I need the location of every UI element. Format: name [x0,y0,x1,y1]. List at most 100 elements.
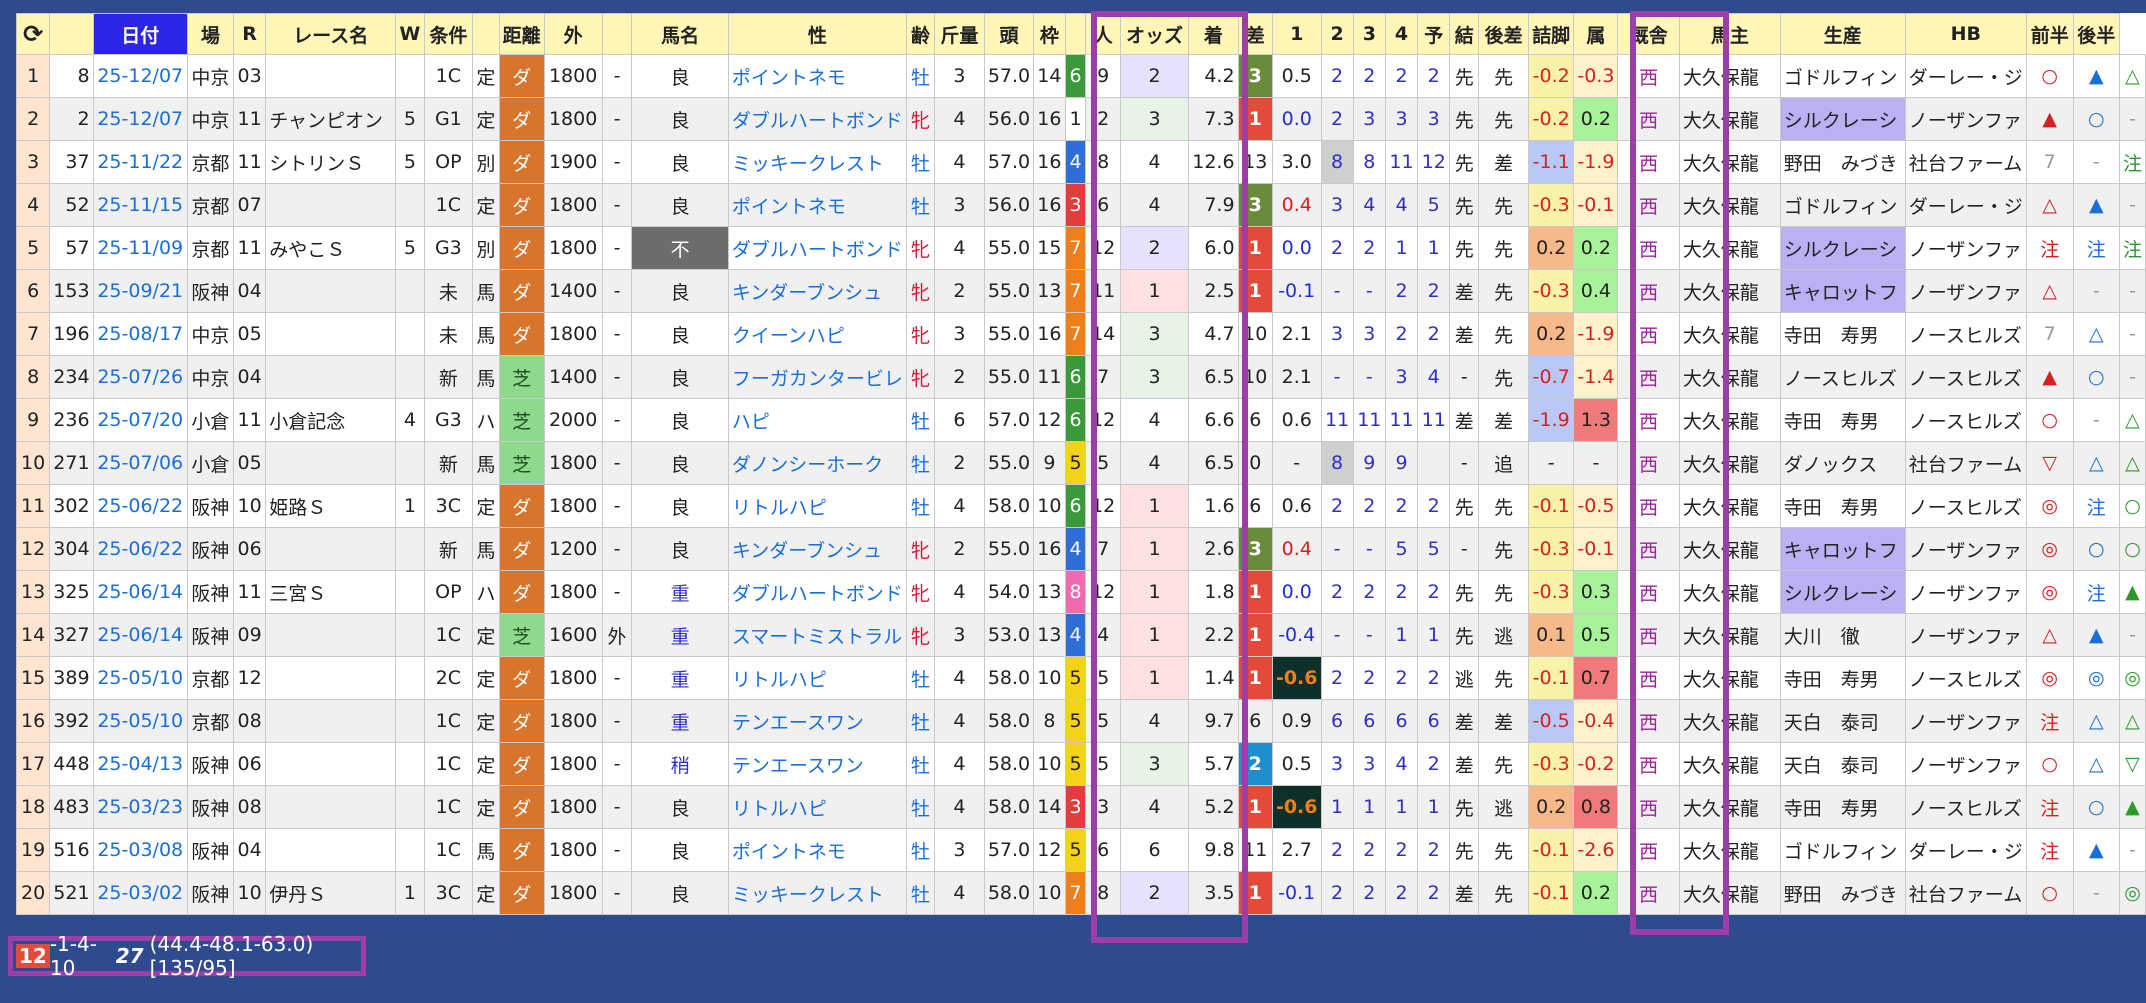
header-w[interactable]: W [395,13,425,55]
table-row[interactable]: 9 236 25-07/20 小倉 11 小倉記念 4 G3 ハ芝 2000- 良ハピ牡 6 57.0 1… [15,398,2146,442]
cell-horse[interactable]: スマートミストラル [727,613,907,657]
cell-horse[interactable]: リトルハピ [727,785,907,829]
header-number[interactable]: 人 [1085,13,1121,55]
table-row[interactable]: 17 448 25-04/13 阪神 06 1C 定ダ 1800- 稍テンエースワン牡 4 58.0… [15,742,2146,786]
header-sex[interactable]: 齢 [905,13,936,55]
header-race-no[interactable]: R [232,13,267,55]
refresh-icon[interactable]: ⟳ [23,22,43,46]
cell-horse[interactable]: キンダーブンシュ [727,527,907,571]
cell-date[interactable]: 25-11/22 [92,140,188,184]
table-row[interactable]: 20 521 25-03/02 阪神 10 伊丹Ｓ 1 3C 定ダ 1800- 良ミッキークレスト牡… [15,871,2146,915]
header-heads[interactable]: 枠 [1033,13,1066,55]
header-outer[interactable] [601,13,633,55]
cell-wt: 54.0 [983,570,1035,614]
header-finish[interactable]: 差 [1237,13,1273,55]
cell-horse[interactable]: ダブルハートボンド [727,570,907,614]
header-horse[interactable]: 性 [727,13,907,55]
header-c4[interactable]: 予 [1417,13,1451,55]
header-odds[interactable]: 着 [1188,13,1239,55]
header-track[interactable]: 場 [186,13,234,55]
table-row[interactable]: 14 327 25-06/14 阪神 09 1C 定芝 1600 外重スマートミストラル牝 3 53… [15,613,2146,657]
cell-date[interactable]: 25-05/10 [92,656,188,700]
cell-date[interactable]: 25-03/23 [92,785,188,829]
header-going[interactable]: 馬名 [631,13,729,55]
header-c1[interactable]: 2 [1320,13,1354,55]
cell-horse[interactable]: ハピ [727,398,907,442]
header-zone[interactable]: 厩舎 [1617,13,1680,55]
table-row[interactable]: 7 196 25-08/17 中京 05 未馬ダ 1800- 良クイーンハピ牝 3 55.0 16 7… [15,312,2146,356]
header-stable[interactable]: 馬主 [1678,13,1781,55]
header-waku[interactable] [1064,13,1087,55]
table-row[interactable]: 6 153 25-09/21 阪神 04 未馬ダ 1400- 良キンダーブンシュ牝 2 55.0 1… [15,269,2146,313]
cell-horse[interactable]: フーガカンタービレ [727,355,907,399]
table-row[interactable]: 5 57 25-11/09 京都 11 みやこＳ 5 G3 別ダ 1800- 不ダブルハートボンド牝… [15,226,2146,270]
cell-horse[interactable]: ポイントネモ [727,828,907,872]
cell-date[interactable]: 25-05/10 [92,699,188,743]
table-row[interactable]: 4 52 25-11/15 京都 07 1C 定ダ 1800- 良ポイントネモ牡 3 56.0 16 3… [15,183,2146,227]
table-row[interactable]: 8 234 25-07/26 中京 04 新馬芝 1400- 良フーガカンタービレ牝 2 55.0… [15,355,2146,399]
cell-date[interactable]: 25-12/07 [92,54,188,98]
table-row[interactable]: 1 8 25-12/07 中京 03 1C 定ダ 1800- 良ポイントネモ牡 3 57.0 14 6 9… [15,54,2146,98]
header-gap[interactable]: 1 [1271,13,1322,55]
cell-horse[interactable]: ダブルハートボンド [727,226,907,270]
cell-horse[interactable]: ミッキークレスト [727,140,907,184]
table-row[interactable]: 15 389 25-05/10 京都 12 2C 定ダ 1800- 重リトルハピ牡 4 58.0 10… [15,656,2146,700]
header-date[interactable]: 日付 [92,13,188,55]
header-race-name[interactable]: レース名 [265,13,397,55]
cell-horse[interactable]: キンダーブンシュ [727,269,907,313]
cell-rs: 先 [1478,656,1529,700]
table-row[interactable]: 2 2 25-12/07 中京 11 チャンピオン 5 G1 定ダ 1800- 良ダブルハートボンド… [15,97,2146,141]
cell-horse[interactable]: ミッキークレスト [727,871,907,915]
cell-date[interactable]: 25-07/26 [92,355,188,399]
header-result[interactable]: 後差 [1478,13,1529,55]
cell-date[interactable]: 25-08/17 [92,312,188,356]
cell-horse[interactable]: テンエースワン [727,742,907,786]
table-row[interactable]: 10 271 25-07/06 小倉 05 新馬芝 1800- 良ダノンシーホーク牡 2 55.0… [15,441,2146,485]
cell-horse[interactable]: リトルハピ [727,656,907,700]
cell-date[interactable]: 25-06/14 [92,570,188,614]
cell-date[interactable]: 25-07/20 [92,398,188,442]
table-row[interactable]: 13 325 25-06/14 阪神 11 三宮Ｓ OP ハダ 1800- 重ダブルハートボンド牝… [15,570,2146,614]
cell-horse[interactable]: クイーンハピ [727,312,907,356]
header-first-half[interactable]: 後半 [2072,13,2120,55]
header-hb[interactable]: 前半 [2025,13,2074,55]
cell-horse[interactable]: ダブルハートボンド [727,97,907,141]
header-surface[interactable]: 距離 [498,13,545,55]
cell-horse[interactable]: ポイントネモ [727,54,907,98]
header-age[interactable]: 斤量 [934,13,985,55]
header-class[interactable]: 条件 [423,13,474,55]
cell-horse[interactable]: リトルハピ [727,484,907,528]
header-distance[interactable]: 外 [543,13,603,55]
cell-date[interactable]: 25-06/14 [92,613,188,657]
cell-date[interactable]: 25-04/13 [92,742,188,786]
header-predicted[interactable]: 結 [1449,13,1480,55]
header-agari[interactable]: 属 [1573,13,1619,55]
header-c2[interactable]: 3 [1352,13,1386,55]
table-row[interactable]: 3 37 25-11/22 京都 11 シトリンＳ 5 OP 別ダ 1900- 良ミッキークレスト牡… [15,140,2146,184]
table-row[interactable]: 16 392 25-05/10 京都 08 1C 定ダ 1800- 重テンエースワン牡 4 58.0… [15,699,2146,743]
header-popularity[interactable]: オッズ [1119,13,1190,55]
cell-date[interactable]: 25-11/09 [92,226,188,270]
cell-horse[interactable]: ダノンシーホーク [727,441,907,485]
cell-date[interactable]: 25-12/07 [92,97,188,141]
cell-date[interactable]: 25-07/06 [92,441,188,485]
header-diff[interactable]: 詰脚 [1527,13,1575,55]
table-row[interactable]: 12 304 25-06/22 阪神 06 新馬ダ 1200- 良キンダーブンシュ牝 2 55.0… [15,527,2146,571]
refresh-header[interactable]: ⟳ [15,13,51,55]
cell-horse[interactable]: ポイントネモ [727,183,907,227]
table-row[interactable]: 19 516 25-03/08 阪神 04 1C 馬ダ 1800- 良ポイントネモ牡 3 57.0 1… [15,828,2146,872]
cell-date[interactable]: 25-06/22 [92,484,188,528]
header-weight[interactable]: 頭 [983,13,1035,55]
cell-date[interactable]: 25-06/22 [92,527,188,571]
header-breeder[interactable]: HB [1904,13,2027,55]
cell-date[interactable]: 25-09/21 [92,269,188,313]
table-row[interactable]: 18 483 25-03/23 阪神 08 1C 定ダ 1800- 良リトルハピ牡 4 58.0 14… [15,785,2146,829]
cell-date[interactable]: 25-03/08 [92,828,188,872]
cell-date[interactable]: 25-03/02 [92,871,188,915]
header-owner[interactable]: 生産 [1779,13,1906,55]
table-row[interactable]: 11 302 25-06/22 阪神 10 姫路Ｓ 1 3C 定ダ 1800- 良リトルハピ牡 4 58… [15,484,2146,528]
cell-date[interactable]: 25-11/15 [92,183,188,227]
cell-horse[interactable]: テンエースワン [727,699,907,743]
header-c3[interactable]: 4 [1384,13,1419,55]
header-cond[interactable] [472,13,500,55]
